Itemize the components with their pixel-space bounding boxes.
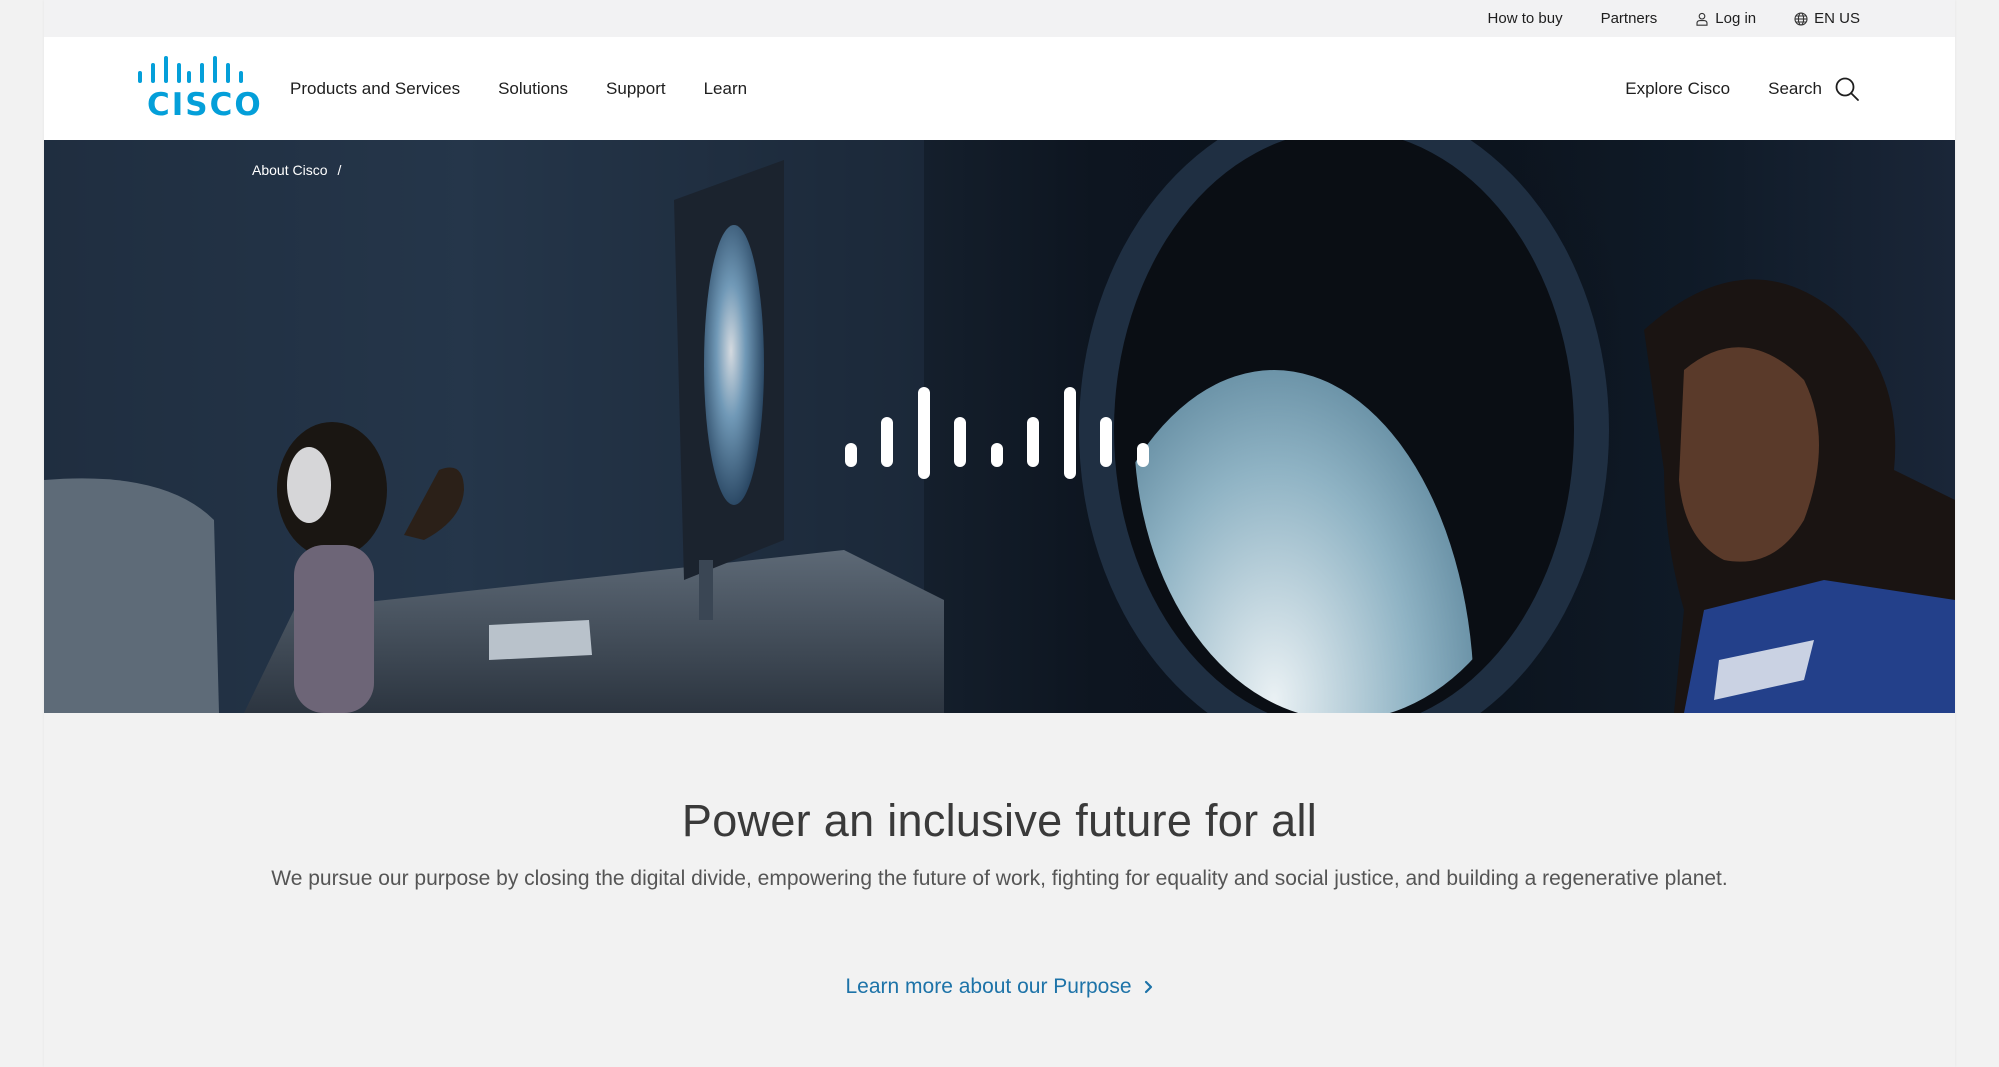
explore-label: Explore Cisco <box>1625 78 1731 98</box>
cta-label: Learn more about our Purpose <box>845 975 1132 998</box>
primary-nav: Products and Services Solutions Support … <box>290 37 747 140</box>
hero-illustration <box>44 140 1955 713</box>
globe-icon <box>1794 11 1808 26</box>
breadcrumb-label: About Cisco <box>252 162 328 178</box>
nav-item-solutions[interactable]: Solutions <box>498 79 568 99</box>
breadcrumb-separator: / <box>337 162 342 178</box>
login-label: Log in <box>1715 10 1757 27</box>
cisco-logo[interactable]: CISCO <box>137 55 261 123</box>
header-actions: Explore Cisco Search <box>1625 37 1860 140</box>
nav-item-learn[interactable]: Learn <box>704 79 747 99</box>
logo-wordmark: CISCO <box>147 87 263 123</box>
language-label: EN US <box>1814 10 1860 27</box>
chevron-right-icon <box>1144 980 1152 994</box>
partners-label: Partners <box>1600 10 1658 27</box>
breadcrumb-about-cisco[interactable]: About Cisco <box>252 162 327 178</box>
purpose-section: Power an inclusive future for all We pur… <box>44 713 1955 1067</box>
main-header: CISCO Products and Services Solutions Su… <box>44 37 1955 140</box>
cisco-bridge-icon <box>138 56 243 83</box>
breadcrumb: About Cisco / <box>252 162 341 178</box>
search-icon <box>1835 77 1859 101</box>
how-to-buy-link[interactable]: How to buy <box>1488 10 1563 27</box>
nav-item-products-and-services[interactable]: Products and Services <box>290 79 460 99</box>
page: How to buy Partners Log in EN US CISCO P… <box>44 0 1955 1067</box>
how-to-buy-label: How to buy <box>1487 10 1563 27</box>
nav-item-support[interactable]: Support <box>606 79 666 99</box>
search-label: Search <box>1768 78 1822 98</box>
cta-row: Learn more about our Purpose <box>44 975 1955 999</box>
language-selector[interactable]: EN US <box>1794 10 1860 27</box>
nav-label: Learn <box>703 78 748 98</box>
learn-more-purpose-link[interactable]: Learn more about our Purpose <box>845 975 1153 999</box>
search-button[interactable]: Search <box>1768 76 1860 102</box>
nav-label: Support <box>606 78 666 98</box>
purpose-description: We pursue our purpose by closing the dig… <box>271 867 1728 890</box>
partners-link[interactable]: Partners <box>1601 10 1658 27</box>
explore-cisco-link[interactable]: Explore Cisco <box>1625 79 1730 99</box>
user-icon <box>1696 12 1708 26</box>
nav-label: Solutions <box>498 78 569 98</box>
login-link[interactable]: Log in <box>1695 10 1756 27</box>
page-title: Power an inclusive future for all <box>681 795 1318 846</box>
hero-banner: About Cisco / <box>44 140 1955 713</box>
nav-label: Products and Services <box>290 78 461 98</box>
utility-bar: How to buy Partners Log in EN US <box>44 0 1955 37</box>
